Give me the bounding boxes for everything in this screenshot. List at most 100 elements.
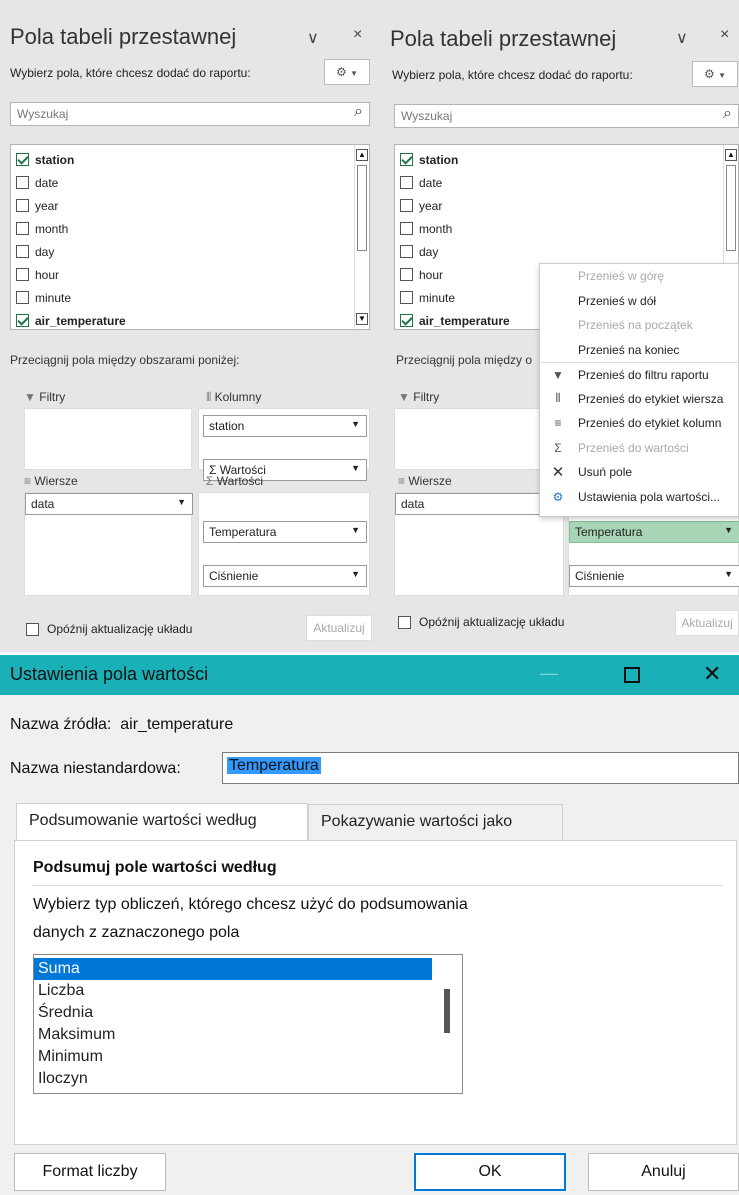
field-item[interactable]: month <box>395 217 720 240</box>
field-checkbox[interactable] <box>16 222 29 235</box>
context-menu-label: Przenieś na początek <box>578 318 693 333</box>
function-listbox[interactable]: Suma Liczba Średnia Maksimum Minimum Iloczyn <box>33 954 463 1094</box>
columns-chip-station[interactable]: station ▼ <box>203 415 367 437</box>
field-checkbox[interactable] <box>16 199 29 212</box>
function-list-item[interactable]: Średnia <box>34 1002 432 1024</box>
context-menu-item[interactable]: ≡ Przenieś do etykiet kolumn <box>540 411 738 436</box>
field-label: day <box>35 244 55 259</box>
custom-name-input[interactable]: Temperatura <box>222 752 739 784</box>
ok-button[interactable]: OK <box>414 1153 566 1191</box>
source-value: air_temperature <box>120 716 234 733</box>
function-list-item[interactable]: Liczba <box>34 980 432 1002</box>
field-item[interactable]: month <box>11 217 351 240</box>
checkbox[interactable] <box>398 615 411 629</box>
values-chip-cisnienie[interactable]: Ciśnienie ▼ <box>203 565 367 587</box>
filters-area[interactable] <box>24 408 192 470</box>
values-chip-cisnienie[interactable]: Ciśnienie ▼ <box>569 565 739 587</box>
scroll-thumb[interactable] <box>444 989 450 1033</box>
minimize-icon[interactable]: — <box>540 663 558 684</box>
context-menu-item[interactable]: Przenieś w dół <box>540 289 738 314</box>
field-checkbox[interactable] <box>16 153 29 166</box>
scroll-up-icon[interactable]: ▲ <box>725 149 737 161</box>
tab-summarize[interactable]: Podsumowanie wartości według <box>16 803 308 840</box>
number-format-button[interactable]: Format liczby <box>14 1153 166 1191</box>
context-menu-label: Przenieś do wartości <box>578 440 689 455</box>
context-menu-item[interactable]: Przenieś na koniec <box>540 338 738 363</box>
field-item[interactable]: year <box>395 194 720 217</box>
close-icon[interactable]: × <box>353 26 362 44</box>
field-checkbox[interactable] <box>400 314 413 327</box>
drag-instruction: Przeciągnij pola między o <box>396 353 533 367</box>
field-item[interactable]: day <box>11 240 351 263</box>
search-icon[interactable]: ⌕ <box>723 105 732 123</box>
scroll-down-icon[interactable]: ▼ <box>356 313 368 325</box>
close-icon[interactable]: ✕ <box>703 661 721 687</box>
scroll-up-icon[interactable]: ▲ <box>356 149 368 161</box>
delay-update-checkbox[interactable]: Opóźnij aktualizację układu <box>398 615 564 629</box>
field-item[interactable]: station <box>395 148 720 171</box>
field-checkbox[interactable] <box>400 245 413 258</box>
function-list-item[interactable]: Maksimum <box>34 1024 432 1046</box>
scroll-thumb[interactable] <box>726 165 736 251</box>
field-item[interactable]: day <box>395 240 720 263</box>
field-item[interactable]: hour <box>11 263 351 286</box>
search-input[interactable]: Wyszukaj ⌕ <box>394 104 739 128</box>
chevron-down-icon[interactable]: ▼ <box>724 525 733 535</box>
gear-dropdown-button[interactable]: ⚙ ▼ <box>324 59 370 85</box>
update-button[interactable]: Aktualizuj <box>306 615 372 641</box>
close-icon[interactable]: × <box>720 26 729 44</box>
maximize-icon[interactable] <box>624 667 640 683</box>
search-icon[interactable]: ⌕ <box>354 103 363 121</box>
function-list-item[interactable]: Suma <box>34 958 432 980</box>
value-field-settings-dialog: Ustawienia pola wartości — ✕ Nazwa źródł… <box>0 655 739 1195</box>
context-menu-item[interactable]: ⦀ Przenieś do etykiet wiersza <box>540 387 738 412</box>
field-checkbox[interactable] <box>400 176 413 189</box>
field-checkbox[interactable] <box>400 268 413 281</box>
delay-update-checkbox[interactable]: Opóźnij aktualizację układu <box>26 622 192 636</box>
values-label: Wartości <box>216 474 263 488</box>
scrollbar[interactable]: ▲ ▼ <box>354 145 369 329</box>
field-checkbox[interactable] <box>400 222 413 235</box>
field-checkbox[interactable] <box>16 314 29 327</box>
checkbox[interactable] <box>26 622 39 636</box>
field-checkbox[interactable] <box>16 268 29 281</box>
rows-chip-data[interactable]: data ▼ <box>25 493 193 515</box>
chevron-down-icon[interactable]: ▼ <box>177 497 186 507</box>
tab-show-values-as[interactable]: Pokazywanie wartości jako <box>308 804 563 840</box>
field-checkbox[interactable] <box>400 153 413 166</box>
chevron-down-icon[interactable]: ▼ <box>351 419 360 429</box>
field-item[interactable]: date <box>395 171 720 194</box>
field-item[interactable]: date <box>11 171 351 194</box>
search-input[interactable]: Wyszukaj ⌕ <box>10 102 370 126</box>
field-checkbox[interactable] <box>16 291 29 304</box>
values-area[interactable]: Temperatura ▼ Ciśnienie ▼ <box>198 492 370 596</box>
update-button[interactable]: Aktualizuj <box>675 610 739 636</box>
field-item[interactable]: year <box>11 194 351 217</box>
cancel-button[interactable]: Anuluj <box>588 1153 739 1191</box>
gear-dropdown-button[interactable]: ⚙ ▼ <box>692 61 738 87</box>
context-menu-item[interactable]: ✕ Usuń pole <box>540 460 738 485</box>
rows-area[interactable]: data ▼ <box>24 492 193 596</box>
context-menu-item[interactable]: ⚙ Ustawienia pola wartości... <box>540 485 738 510</box>
chevron-down-icon[interactable]: ▼ <box>351 463 360 473</box>
scroll-thumb[interactable] <box>357 165 367 251</box>
field-item[interactable]: air_temperature <box>11 309 351 329</box>
field-checkbox[interactable] <box>400 199 413 212</box>
chevron-down-icon[interactable]: ▼ <box>351 525 360 535</box>
function-list-item[interactable]: Iloczyn <box>34 1068 432 1090</box>
field-label: minute <box>35 290 72 305</box>
field-item[interactable]: minute <box>11 286 351 309</box>
chevron-down-icon[interactable]: ∨ <box>307 28 319 48</box>
field-checkbox[interactable] <box>16 176 29 189</box>
field-item[interactable]: station <box>11 148 351 171</box>
values-chip-temperatura[interactable]: Temperatura ▼ <box>203 521 367 543</box>
columns-area[interactable]: station ▼ Σ Wartości ▼ <box>198 408 370 481</box>
chevron-down-icon[interactable]: ▼ <box>724 569 733 579</box>
field-checkbox[interactable] <box>16 245 29 258</box>
chevron-down-icon[interactable]: ∨ <box>676 28 688 48</box>
field-checkbox[interactable] <box>400 291 413 304</box>
values-chip-temperatura[interactable]: Temperatura ▼ <box>569 521 739 543</box>
context-menu-item[interactable]: ▼ Przenieś do filtru raportu <box>540 362 738 387</box>
chevron-down-icon[interactable]: ▼ <box>351 569 360 579</box>
function-list-item[interactable]: Minimum <box>34 1046 432 1068</box>
